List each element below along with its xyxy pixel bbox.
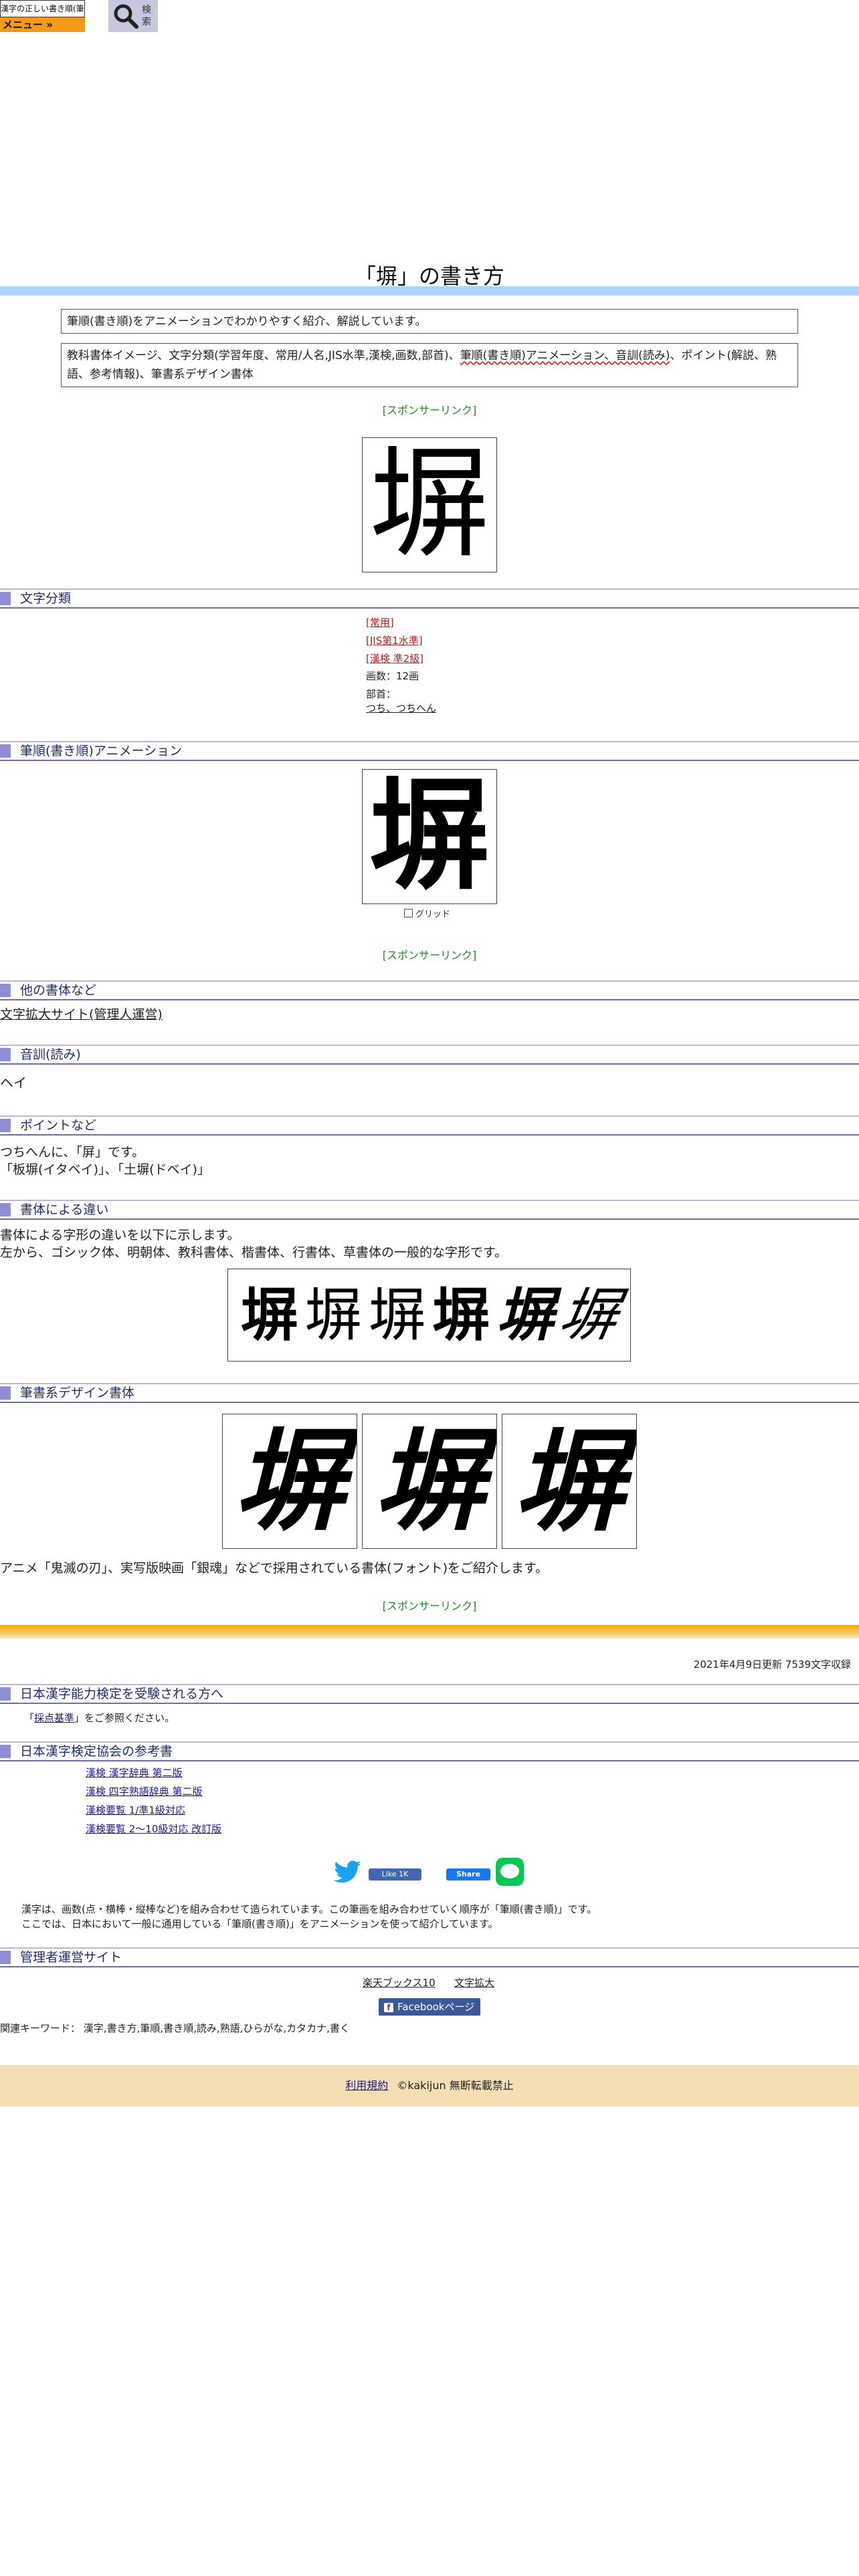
- terms-link[interactable]: 利用規約: [345, 2079, 388, 2092]
- stroke-count: 画数：12画: [366, 670, 419, 682]
- main-glyph-box: 塀: [362, 437, 497, 572]
- grid-toggle[interactable]: グリッド: [404, 907, 450, 920]
- copyright: ©kakijun 無断転載禁止: [397, 2079, 514, 2092]
- mincho-glyph: 塀: [304, 1281, 363, 1349]
- section-brush-fonts: 筆書系デザイン書体: [0, 1383, 859, 1403]
- main-glyph: 塀: [369, 437, 490, 572]
- facebook-page-label: Facebookページ: [397, 2001, 475, 2013]
- gyosho-glyph: 塀: [496, 1281, 554, 1349]
- brush-glyph: 塀: [514, 1416, 625, 1546]
- font-comparison-box: 塀 塀 塀 塀 塀 塀: [227, 1269, 631, 1362]
- search-button[interactable]: 検索: [108, 0, 158, 32]
- animation-box[interactable]: 塀: [362, 769, 497, 904]
- hero-glyph: 書: [516, 122, 615, 238]
- hero-glyph: 左: [516, 23, 615, 140]
- brush-font-box[interactable]: 塀: [222, 1414, 357, 1549]
- hero-glyph-grid: 飛 右 左 様 発 書: [231, 23, 632, 238]
- hero-glyph: 飛: [248, 23, 347, 140]
- grid-checkbox[interactable]: [404, 909, 413, 918]
- hero-glyph: 右: [382, 23, 481, 140]
- section-title: 他の書体など: [20, 983, 97, 998]
- section-font-diff: 書体による違い: [0, 1200, 859, 1220]
- font-diff-line-2: 左から、ゴシック体、明朝体、教科書体、楷書体、行書体、草書体の一般的な字形です。: [0, 1245, 508, 1260]
- search-icon: [114, 4, 138, 29]
- twitter-icon[interactable]: [333, 1860, 363, 1885]
- jis-link[interactable]: [JIS第1水準]: [366, 632, 423, 649]
- brush-glyph: 塀: [374, 1416, 485, 1545]
- explanation-line-1: 漢字は、画数(点・横棒・縦棒など)を組み合わせて造られています。この筆画を組み合…: [21, 1903, 597, 1915]
- kanken-level-link[interactable]: [漢検 準2級]: [366, 650, 423, 667]
- section-other-fonts: 他の書体など: [0, 980, 859, 1000]
- hero-glyph: 発: [382, 122, 481, 238]
- gothic-glyph: 塀: [240, 1281, 298, 1349]
- section-title: 文字分類: [20, 591, 72, 606]
- sosho-glyph: 塀: [554, 1281, 624, 1349]
- grading-criteria-link[interactable]: 採点基準: [34, 1712, 74, 1724]
- section-title: 管理者運営サイト: [20, 1950, 122, 1965]
- contents-notice: 教科書体イメージ、文字分類(学習年度、常用/人名,JIS水準,漢検,画数,部首)…: [61, 343, 798, 387]
- section-kanken-takers: 日本漢字能力検定を受験される方へ: [0, 1684, 859, 1704]
- rakuten-link[interactable]: 楽天ブックス10: [363, 1974, 436, 1992]
- section-title: 筆順(書き順)アニメーション: [20, 744, 183, 758]
- section-title: ポイントなど: [20, 1118, 97, 1133]
- update-info: 2021年4月9日更新 7539文字収録: [693, 1658, 851, 1671]
- section-title: 筆書系デザイン書体: [20, 1386, 135, 1400]
- menu-button[interactable]: メニュー »: [0, 17, 85, 32]
- ref-book-link[interactable]: 漢検要覧 2～10級対応 改訂版: [86, 1822, 221, 1836]
- joyo-link[interactable]: [常用]: [366, 614, 394, 631]
- section-classification: 文字分類: [0, 588, 859, 609]
- facebook-share-button[interactable]: Share: [446, 1868, 490, 1881]
- site-logo[interactable]: 漢字の正しい書き順(筆順): [0, 0, 85, 17]
- sponsor-link[interactable]: [スポンサーリンク]: [0, 1597, 859, 1613]
- section-title: 書体による違い: [20, 1202, 109, 1217]
- search-label: 検索: [142, 5, 151, 27]
- section-animation: 筆順(書き順)アニメーション: [0, 741, 859, 761]
- sponsor-link[interactable]: [スポンサーリンク]: [0, 946, 859, 962]
- brush-font-note: アニメ「鬼滅の刃」、実写版映画「銀魂」などで採用されている書体(フォント)をご紹…: [0, 1561, 549, 1576]
- footer: 利用規約 ©kakijun 無断転載禁止: [0, 2065, 859, 2107]
- ref-book-link[interactable]: 漢検要覧 1/準1級対応: [86, 1803, 185, 1817]
- hero-banner: 飛 右 左 様 発 書: [0, 0, 859, 245]
- section-admin-sites: 管理者運営サイト: [0, 1947, 859, 1967]
- section-title: 音訓(読み): [20, 1047, 81, 1062]
- ref-book-link[interactable]: 漢検 漢字辞典 第二版: [86, 1765, 183, 1780]
- facebook-icon: f: [384, 2002, 393, 2012]
- kanken-note-prefix: 「: [24, 1712, 35, 1724]
- related-keywords: 関連キーワード： 漢字,書き方,筆順,書き順,読み,熟語,ひらがな,カタカナ,書…: [0, 2022, 350, 2034]
- line-icon[interactable]: [496, 1858, 524, 1886]
- section-kanken-refs: 日本漢字検定協会の参考書: [0, 1741, 859, 1761]
- textbook-glyph: 塀: [368, 1283, 426, 1348]
- contents-highlight: 筆順(書き順)アニメーション、音訓(読み): [460, 349, 670, 362]
- ref-book-link[interactable]: 漢検 四字熟語辞典 第二版: [86, 1784, 203, 1798]
- kaisho-glyph: 塀: [432, 1281, 490, 1349]
- radical-link[interactable]: つち、つちへん: [366, 700, 436, 717]
- top-bar: 漢字の正しい書き順(筆順) メニュー » 検索: [0, 0, 859, 32]
- explanation-line-2: ここでは、日本において一般に通用している「筆順(書き順)」をアニメーションを使っ…: [21, 1918, 498, 1930]
- enlarge-link[interactable]: 文字拡大: [454, 1974, 494, 1992]
- intro-notice: 筆順(書き順)をアニメーションでわかりやすく紹介、解説しています。: [61, 309, 798, 334]
- kanken-note-suffix: 」をご参照ください。: [74, 1712, 175, 1724]
- points-line-2: 「板塀(イタベイ)」、「土塀(ドベイ)」: [0, 1162, 210, 1177]
- contents-text: 教科書体イメージ、文字分類(学習年度、常用/人名,JIS水準,漢検,画数,部首)…: [67, 349, 460, 362]
- kanken-note: 「採点基準」をご参照ください。: [24, 1709, 175, 1727]
- brush-font-box[interactable]: 塀: [502, 1414, 637, 1549]
- section-title: 日本漢字検定協会の参考書: [20, 1744, 173, 1759]
- grid-label: グリッド: [415, 909, 451, 920]
- title-divider: [0, 286, 859, 296]
- enlarge-site-link[interactable]: 文字拡大サイト(管理人運営): [0, 1006, 163, 1023]
- facebook-like-button[interactable]: Like 1K: [369, 1868, 421, 1881]
- section-title: 日本漢字能力検定を受験される方へ: [20, 1687, 224, 1701]
- sponsor-link[interactable]: [スポンサーリンク]: [0, 401, 859, 417]
- animation-glyph: 塀: [369, 769, 490, 904]
- content-divider: [0, 1625, 859, 1638]
- hero-glyph: 様: [248, 122, 347, 238]
- brush-glyph: 塀: [234, 1416, 345, 1545]
- font-diff-line-1: 書体による字形の違いを以下に示します。: [0, 1228, 240, 1243]
- section-reading: 音訓(読み): [0, 1045, 859, 1065]
- section-points: ポイントなど: [0, 1115, 859, 1136]
- facebook-page-link[interactable]: f Facebookページ: [379, 1998, 480, 2016]
- reading-text: ヘイ: [0, 1075, 27, 1091]
- brush-font-box[interactable]: 塀: [362, 1414, 497, 1549]
- points-line-1: つちへんに、「屏」です。: [0, 1145, 145, 1160]
